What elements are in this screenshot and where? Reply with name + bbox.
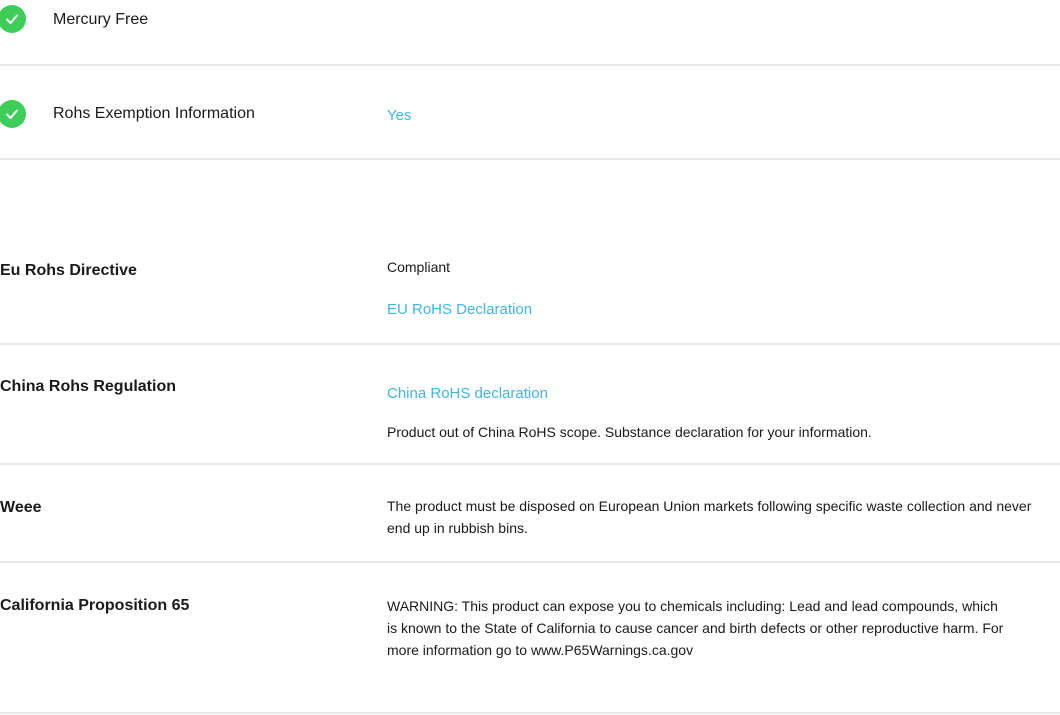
prop65-label: California Proposition 65 xyxy=(0,597,190,614)
rohs-exemption-value-link[interactable]: Yes xyxy=(387,107,411,124)
feature-label-rohs-exemption: Rohs Exemption Information xyxy=(53,105,255,122)
prop65-text: WARNING: This product can expose you to … xyxy=(387,598,1004,658)
check-icon xyxy=(0,100,26,128)
divider xyxy=(0,343,1060,345)
china-rohs-label: China Rohs Regulation xyxy=(0,378,176,395)
weee-label: Weee xyxy=(0,499,42,516)
feature-label-mercury-free: Mercury Free xyxy=(53,11,149,28)
divider xyxy=(0,463,1060,465)
china-rohs-declaration-link[interactable]: China RoHS declaration xyxy=(387,385,548,402)
divider xyxy=(0,561,1060,563)
divider xyxy=(0,158,1060,160)
eu-rohs-status: Compliant xyxy=(387,259,451,275)
eu-rohs-label: Eu Rohs Directive xyxy=(0,262,137,279)
divider xyxy=(0,712,1060,714)
china-rohs-note: Product out of China RoHS scope. Substan… xyxy=(387,424,872,440)
check-icon xyxy=(0,5,26,33)
divider xyxy=(0,64,1060,66)
eu-rohs-declaration-link[interactable]: EU RoHS Declaration xyxy=(387,301,532,318)
weee-text: The product must be disposed on European… xyxy=(387,498,1032,536)
